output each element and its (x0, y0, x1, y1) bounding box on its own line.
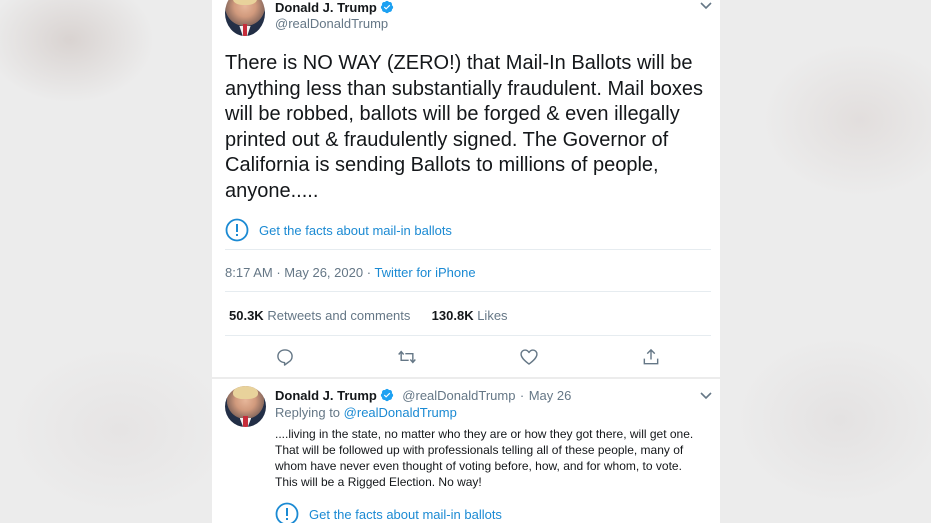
verified-badge-icon (380, 388, 393, 402)
author-handle[interactable]: @realDonaldTrump (275, 16, 394, 32)
chevron-down-icon[interactable] (699, 391, 713, 401)
tweet-stats: 50.3K Retweets and comments 130.8K Likes (229, 308, 508, 323)
tweet-meta: 8:17 AM · May 26, 2020 · Twitter for iPh… (225, 265, 476, 280)
reply-facts-link-label[interactable]: Get the facts about mail-in ballots (309, 507, 502, 522)
retweets-label: Retweets and comments (267, 308, 411, 323)
facts-link[interactable]: Get the facts about mail-in ballots (225, 218, 452, 242)
reply-author-name[interactable]: Donald J. Trump (275, 388, 377, 403)
reply-facts-link[interactable]: Get the facts about mail-in ballots (275, 502, 502, 523)
reply-header: Donald J. Trump @realDonaldTrump · May 2… (275, 387, 571, 421)
divider (225, 249, 711, 250)
retweets-count: 50.3K (229, 308, 264, 323)
tweet-source[interactable]: Twitter for iPhone (374, 265, 475, 280)
reply-icon[interactable] (275, 347, 295, 367)
facts-link-label[interactable]: Get the facts about mail-in ballots (259, 223, 452, 238)
reply-author-avatar[interactable] (225, 386, 266, 427)
meta-separator: · (366, 265, 372, 280)
author-name[interactable]: Donald J. Trump (275, 0, 377, 15)
meta-separator: · (276, 265, 281, 280)
like-icon[interactable] (519, 347, 539, 367)
reply-separator: · (519, 388, 525, 403)
likes-count: 130.8K (431, 308, 474, 323)
replying-to: Replying to @realDonaldTrump (275, 404, 571, 421)
likes-label: Likes (477, 308, 508, 323)
replying-to-label: Replying to (275, 405, 341, 420)
reply-tweet-card: Donald J. Trump @realDonaldTrump · May 2… (212, 379, 720, 523)
reply-author-handle[interactable]: @realDonaldTrump (402, 388, 515, 403)
author-avatar[interactable] (225, 0, 265, 36)
retweet-icon[interactable] (397, 347, 417, 367)
reply-date[interactable]: May 26 (529, 388, 572, 403)
chevron-down-icon[interactable] (699, 1, 713, 11)
share-icon[interactable] (641, 347, 661, 367)
replying-to-handle[interactable]: @realDonaldTrump (344, 405, 457, 420)
divider (225, 291, 711, 292)
tweet-time[interactable]: 8:17 AM (225, 265, 273, 280)
tweet-actions (212, 347, 720, 367)
tweet-date[interactable]: May 26, 2020 (284, 265, 363, 280)
tweet-text: There is NO WAY (ZERO!) that Mail-In Bal… (225, 52, 704, 202)
main-tweet-card: Donald J. Trump @realDonaldTrump There i… (212, 0, 720, 377)
reply-text: ....living in the state, no matter who t… (275, 427, 694, 489)
info-alert-icon (225, 218, 249, 242)
retweets-stat[interactable]: 50.3K Retweets and comments (229, 308, 410, 323)
author-header: Donald J. Trump @realDonaldTrump (275, 0, 394, 32)
verified-badge-icon (380, 0, 393, 14)
divider (225, 335, 711, 336)
info-alert-icon (275, 502, 299, 523)
likes-stat[interactable]: 130.8K Likes (432, 308, 508, 323)
